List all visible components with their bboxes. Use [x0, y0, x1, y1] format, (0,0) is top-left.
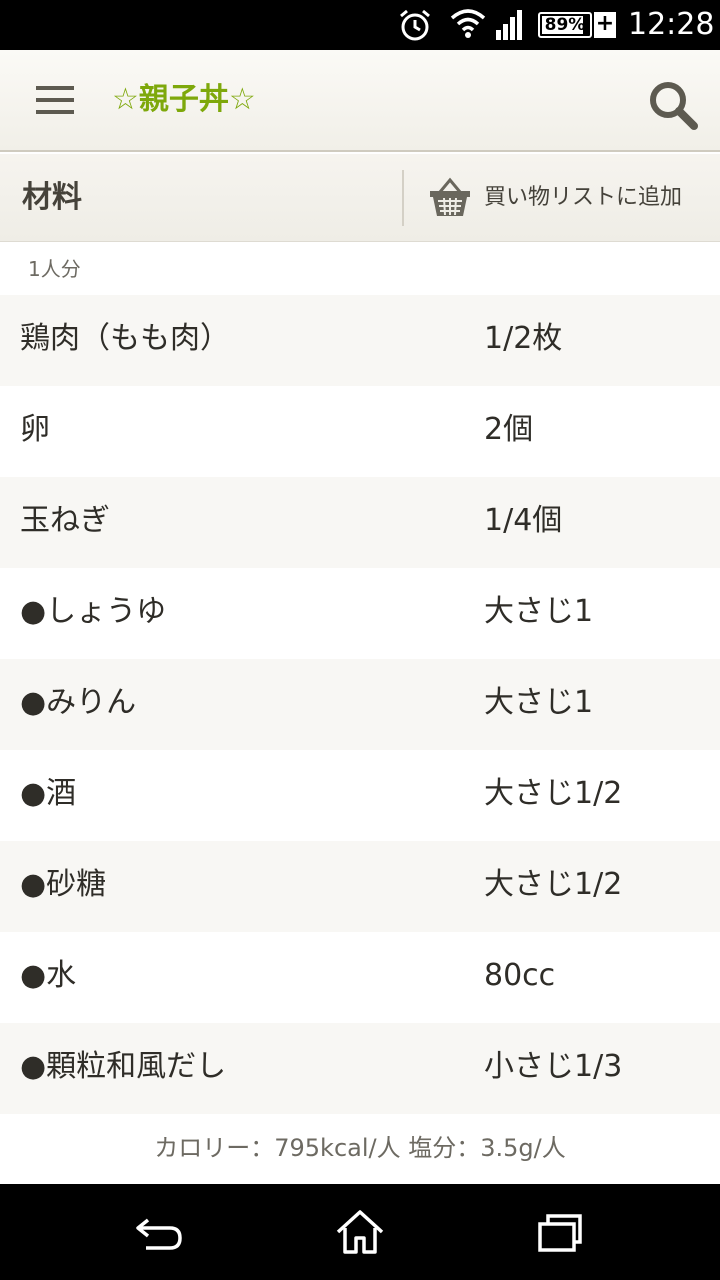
- ingredient-list: 鶏肉（もも肉） 1/2枚卵 2個 玉ねぎ 1/4個 ●しょうゆ 大さじ1 ●みりん 大さじ1 ●酒…: [0, 295, 720, 1114]
- ingredient-quantity: 2個: [484, 412, 534, 447]
- ingredient-name: 卵: [20, 412, 50, 447]
- back-icon[interactable]: [132, 1206, 188, 1258]
- app-bar: ☆親子丼☆: [0, 50, 720, 152]
- ingredient-row: ●酒 大さじ1/2: [0, 750, 720, 841]
- ingredient-name: ●砂糖: [20, 867, 107, 902]
- ingredient-name: ●水: [20, 958, 77, 993]
- ingredient-quantity: 大さじ1: [484, 685, 594, 720]
- ingredient-name: ●しょうゆ: [20, 594, 167, 629]
- nutrition-info: カロリー：795kcal/人 塩分：3.5g/人: [154, 1134, 566, 1162]
- ingredient-quantity: 大さじ1/2: [484, 776, 623, 811]
- page-title: ☆親子丼☆: [112, 82, 256, 117]
- ingredient-name: ●顆粒和風だし: [20, 1049, 227, 1084]
- add-to-shopping-list-button[interactable]: 買い物リストに追加: [404, 154, 720, 242]
- ingredient-row: ●しょうゆ 大さじ1: [0, 568, 720, 659]
- ingredient-row: 鶏肉（もも肉） 1/2枚: [0, 295, 720, 386]
- ingredient-name: ●みりん: [20, 685, 137, 720]
- navigation-bar: [0, 1184, 720, 1280]
- ingredient-name: 鶏肉（もも肉）: [20, 321, 230, 356]
- ingredient-quantity: 1/4個: [484, 503, 563, 538]
- section-title: 材料: [22, 180, 82, 215]
- servings-label: 1人分: [28, 257, 81, 281]
- signal-icon: [496, 10, 522, 40]
- ingredient-quantity: 1/2枚: [484, 321, 563, 356]
- alarm-icon: [400, 9, 430, 41]
- battery-icon: 89%: [538, 12, 592, 38]
- status-bar: 89% + 12:28: [0, 0, 720, 50]
- charging-plus-icon: +: [594, 11, 616, 38]
- add-to-shopping-list-label: 買い物リストに追加: [484, 185, 683, 210]
- wifi-icon: [450, 9, 486, 38]
- ingredient-name: 玉ねぎ: [20, 503, 110, 538]
- basket-icon: [430, 177, 470, 216]
- ingredient-quantity: 80cc: [484, 958, 556, 993]
- hamburger-menu-icon[interactable]: [36, 86, 76, 116]
- ingredient-row: ●みりん 大さじ1: [0, 659, 720, 750]
- battery-percent: 89%: [544, 15, 586, 35]
- ingredients-header: 材料 買い物リストに追加: [0, 154, 720, 242]
- recents-icon[interactable]: [532, 1206, 588, 1258]
- ingredient-quantity: 小さじ1/3: [484, 1049, 623, 1084]
- ingredient-row: ●水 80cc: [0, 932, 720, 1023]
- home-icon[interactable]: [332, 1206, 388, 1258]
- ingredient-name: ●酒: [20, 776, 77, 811]
- ingredient-row: 卵 2個: [0, 386, 720, 477]
- ingredient-quantity: 大さじ1/2: [484, 867, 623, 902]
- ingredient-quantity: 大さじ1: [484, 594, 594, 629]
- status-time: 12:28: [628, 7, 715, 42]
- ingredient-row: ●顆粒和風だし 小さじ1/3: [0, 1023, 720, 1114]
- ingredient-row: 玉ねぎ 1/4個: [0, 477, 720, 568]
- search-icon[interactable]: [644, 76, 700, 132]
- ingredient-row: ●砂糖 大さじ1/2: [0, 841, 720, 932]
